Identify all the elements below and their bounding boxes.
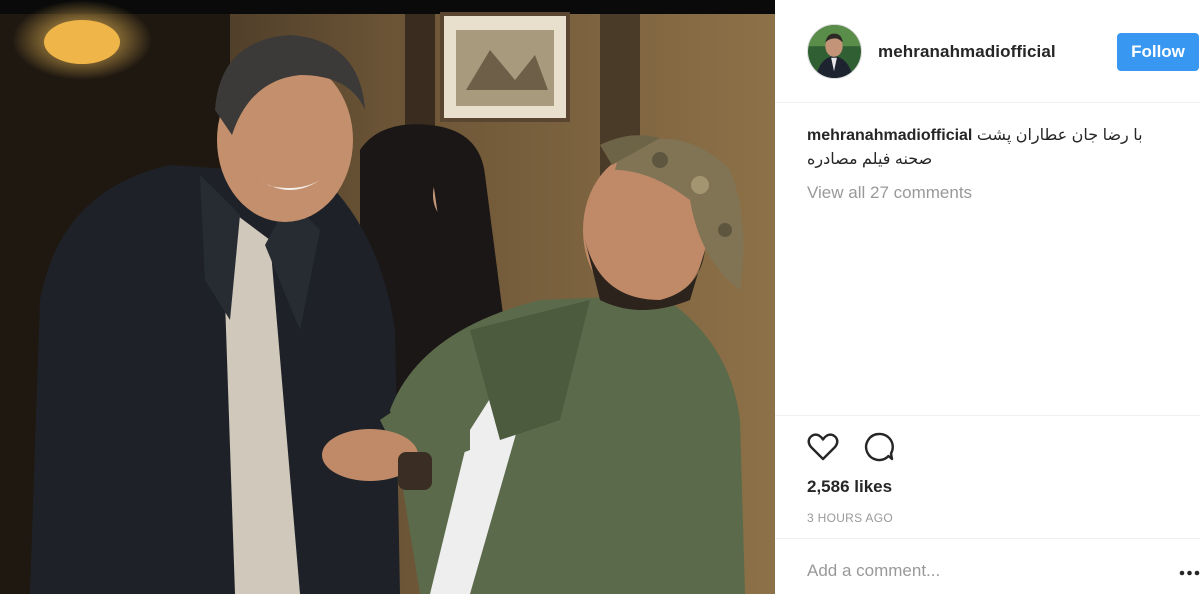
add-comment-input[interactable] bbox=[807, 556, 1167, 586]
divider bbox=[775, 415, 1200, 416]
username[interactable]: mehranahmadiofficial bbox=[878, 42, 1056, 62]
post-caption: mehranahmadiofficial با رضا جان عطاران پ… bbox=[807, 124, 1177, 148]
avatar-image bbox=[808, 25, 861, 78]
likes-count[interactable]: 2,586 likes bbox=[807, 477, 892, 497]
post-timestamp[interactable]: 3 HOURS AGO bbox=[807, 511, 893, 525]
more-options-icon[interactable] bbox=[1179, 566, 1200, 580]
heart-icon[interactable] bbox=[805, 429, 841, 465]
follow-button[interactable]: Follow bbox=[1117, 33, 1199, 71]
post-header: mehranahmadiofficial Follow bbox=[775, 0, 1200, 103]
caption-text-line1: با رضا جان عطاران پشت bbox=[976, 127, 1143, 144]
caption-text-line2: صحنه فیلم مصادره bbox=[807, 151, 933, 168]
view-all-comments-link[interactable]: View all 27 comments bbox=[807, 183, 972, 203]
caption-username[interactable]: mehranahmadiofficial bbox=[807, 127, 972, 144]
comment-icon[interactable] bbox=[861, 429, 897, 465]
post-details-panel: mehranahmadiofficial Follow mehranahmadi… bbox=[775, 0, 1200, 594]
avatar[interactable] bbox=[807, 24, 862, 79]
post-photo-image bbox=[0, 0, 775, 594]
divider bbox=[775, 538, 1200, 539]
post-photo[interactable] bbox=[0, 0, 775, 594]
